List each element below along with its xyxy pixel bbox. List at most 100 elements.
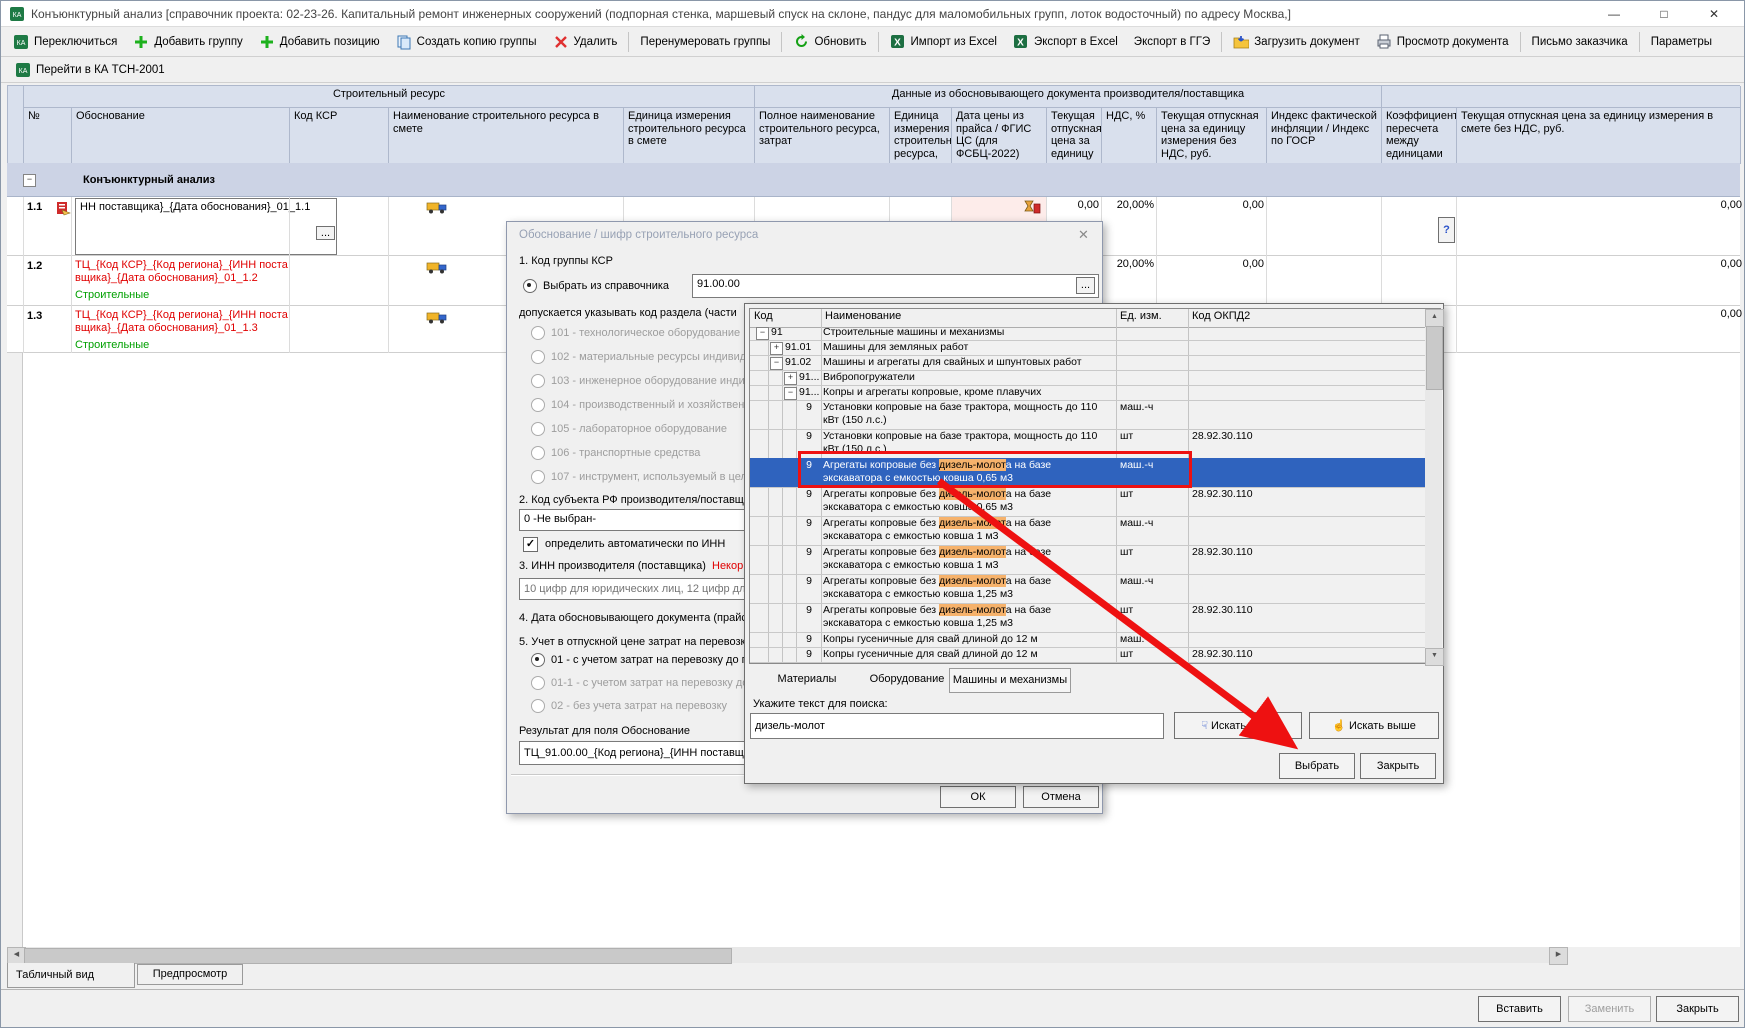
tree-row-selected[interactable]: 9Агрегаты копровые без дизель-молота на … <box>750 458 1425 488</box>
view-tab-table[interactable]: Табличный вид <box>7 963 135 988</box>
tree-row[interactable]: +91.01Машины для земляных работ <box>750 340 1425 356</box>
truck-icon[interactable] <box>426 310 448 327</box>
search-down-button[interactable]: ☟ Искать ниже <box>1174 712 1302 739</box>
scroll-up-icon[interactable]: ▲ <box>1425 309 1444 327</box>
ksr-group-option-radio[interactable] <box>531 350 545 364</box>
price-smeta-cell[interactable]: 0,00 <box>1456 199 1745 211</box>
tree-row[interactable]: −91Строительные машины и механизмы <box>750 325 1425 341</box>
tree-row[interactable]: 9Установки копровые на базе трактора, мо… <box>750 429 1425 459</box>
tab-equipment[interactable]: Оборудование <box>857 673 957 685</box>
tab-materials[interactable]: Материалы <box>759 673 855 685</box>
renumber-groups-button[interactable]: Перенумеровать группы <box>632 32 778 52</box>
goto-ka-tsn-button[interactable]: КА Перейти в КА ТСН-2001 <box>7 58 173 82</box>
truck-icon[interactable] <box>426 260 448 277</box>
copy-group-button[interactable]: Создать копию группы <box>388 30 545 54</box>
add-position-button[interactable]: Добавить позицию <box>251 30 388 54</box>
tree-row[interactable]: −91.02Машины и агрегаты для свайных и шп… <box>750 355 1425 371</box>
upload-document-button[interactable]: Загрузить документ <box>1225 30 1368 54</box>
view-tab-preview[interactable]: Предпросмотр <box>137 964 243 985</box>
vat-cell[interactable]: 20,00% <box>1101 199 1159 211</box>
delete-button[interactable]: Удалить <box>545 30 626 54</box>
import-excel-button[interactable]: XИмпорт из Excel <box>882 30 1005 54</box>
tree-row[interactable]: −91...Копры и агрегаты копровые, кроме п… <box>750 385 1425 401</box>
cancel-button[interactable]: Отмена <box>1023 786 1099 808</box>
price-novat-cell[interactable]: 0,00 <box>1156 258 1269 270</box>
view-document-button[interactable]: Просмотр документа <box>1368 30 1517 54</box>
ksr-group-option-radio[interactable] <box>531 422 545 436</box>
tree-row[interactable]: 9Копры гусеничные для свай длиной до 12 … <box>750 632 1425 648</box>
search-up-button[interactable]: ☝ Искать выше <box>1309 712 1439 739</box>
maximize-button[interactable]: □ <box>1641 1 1687 27</box>
tree-row[interactable]: 9Установки копровые на базе трактора, мо… <box>750 400 1425 430</box>
insert-button[interactable]: Вставить <box>1478 996 1561 1022</box>
refresh-icon <box>793 34 809 50</box>
collapse-node-icon[interactable]: − <box>770 357 783 370</box>
ksr-code-picker-button[interactable]: ... <box>1076 277 1095 294</box>
expand-node-icon[interactable]: + <box>784 372 797 385</box>
ksr-group-option-radio[interactable] <box>531 446 545 460</box>
minimize-button[interactable]: — <box>1591 1 1637 27</box>
switch-button[interactable]: КАПереключиться <box>5 30 125 54</box>
vat-cell[interactable]: 20,00% <box>1101 258 1159 270</box>
horizontal-scrollbar[interactable]: ◀ ▶ <box>7 947 1566 963</box>
transport-option-radio[interactable] <box>531 676 545 690</box>
export-excel-button[interactable]: XЭкспорт в Excel <box>1005 30 1126 54</box>
collapse-node-icon[interactable]: − <box>784 387 797 400</box>
collapse-section-icon[interactable]: − <box>23 174 36 187</box>
close-window-button[interactable]: Закрыть <box>1656 996 1739 1022</box>
parameters-button[interactable]: Параметры <box>1643 32 1720 52</box>
transport-option-radio[interactable] <box>531 699 545 713</box>
tree-scrollbar[interactable]: ▲▼ <box>1425 309 1442 665</box>
customer-letter-button[interactable]: Письмо заказчика <box>1524 32 1636 52</box>
replace-button[interactable]: Заменить <box>1568 996 1651 1022</box>
scrollbar-thumb[interactable] <box>1426 326 1443 390</box>
price-novat-cell[interactable]: 0,00 <box>1156 199 1269 211</box>
basis-ellipsis-button[interactable]: ... <box>316 226 335 240</box>
basis-cell[interactable]: ТЦ_{Код КСР}_{Код региона}_{ИНН поставщи… <box>75 259 291 285</box>
ksr-group-option-radio[interactable] <box>531 374 545 388</box>
coefficient-help-button[interactable]: ? <box>1438 217 1455 243</box>
price-smeta-cell[interactable]: 0,00 <box>1456 258 1745 270</box>
expand-node-icon[interactable]: + <box>770 342 783 355</box>
section-row: − Конъюнктурный анализ <box>7 163 1740 197</box>
tree-row[interactable]: +91...Вибропогружатели <box>750 370 1425 386</box>
search-input[interactable] <box>750 713 1164 739</box>
toolbar-button-label: Просмотр документа <box>1397 36 1509 48</box>
basis-cell[interactable]: ТЦ_{Код КСР}_{Код региона}_{ИНН поставщи… <box>75 309 291 335</box>
column-header: Код КСР <box>290 108 389 164</box>
dialog-close-icon[interactable]: ✕ <box>1078 227 1089 243</box>
ksr-code-input[interactable]: 91.00.00 ... <box>692 274 1099 298</box>
hand-down-icon: ☟ <box>1201 720 1208 732</box>
select-from-reference-label: Выбрать из справочника <box>543 280 669 292</box>
export-gge-button[interactable]: Экспорт в ГГЭ <box>1126 32 1218 52</box>
truck-icon[interactable] <box>426 200 448 217</box>
select-from-reference-radio[interactable] <box>523 279 537 293</box>
select-button[interactable]: Выбрать <box>1279 753 1355 779</box>
tree-row[interactable]: 9Агрегаты копровые без дизель-молота на … <box>750 574 1425 604</box>
transport-option-radio[interactable] <box>531 653 545 667</box>
ksr-group-option-radio[interactable] <box>531 326 545 340</box>
tree-row[interactable]: 9Копры гусеничные для свай длиной до 12 … <box>750 647 1425 663</box>
refresh-button[interactable]: Обновить <box>785 30 874 54</box>
dialog-title-bar[interactable]: Обоснование / шифр строительного ресурса… <box>507 222 1104 248</box>
ksr-group-option-radio[interactable] <box>531 470 545 484</box>
tree-row[interactable]: 9Агрегаты копровые без дизель-молота на … <box>750 603 1425 633</box>
tree-row[interactable]: 9Агрегаты копровые без дизель-молота на … <box>750 516 1425 546</box>
basis-cell-editor[interactable]: НН поставщика}_{Дата обоснования}_01_1.1… <box>75 198 337 255</box>
collapse-node-icon[interactable]: − <box>756 327 769 340</box>
scroll-down-icon[interactable]: ▼ <box>1425 648 1444 666</box>
price-smeta-cell[interactable]: 0,00 <box>1456 308 1745 320</box>
scrollbar-thumb[interactable] <box>24 948 732 964</box>
close-button[interactable]: ✕ <box>1691 1 1737 27</box>
auto-inn-checkbox[interactable]: ✓ <box>523 537 538 552</box>
scroll-right-icon[interactable]: ▶ <box>1549 947 1568 965</box>
column-header: Индекс фактической инфляции / Индекс по … <box>1267 108 1382 164</box>
close-picker-button[interactable]: Закрыть <box>1360 753 1436 779</box>
ksr-group-option-radio[interactable] <box>531 398 545 412</box>
ok-button[interactable]: ОК <box>940 786 1016 808</box>
price-cell[interactable]: 0,00 <box>1046 199 1104 211</box>
add-group-button[interactable]: Добавить группу <box>125 30 250 54</box>
tree-row[interactable]: 9Агрегаты копровые без дизель-молота на … <box>750 545 1425 575</box>
tab-machines-active[interactable]: Машины и механизмы <box>949 668 1071 693</box>
tree-row[interactable]: 9Агрегаты копровые без дизель-молота на … <box>750 487 1425 517</box>
